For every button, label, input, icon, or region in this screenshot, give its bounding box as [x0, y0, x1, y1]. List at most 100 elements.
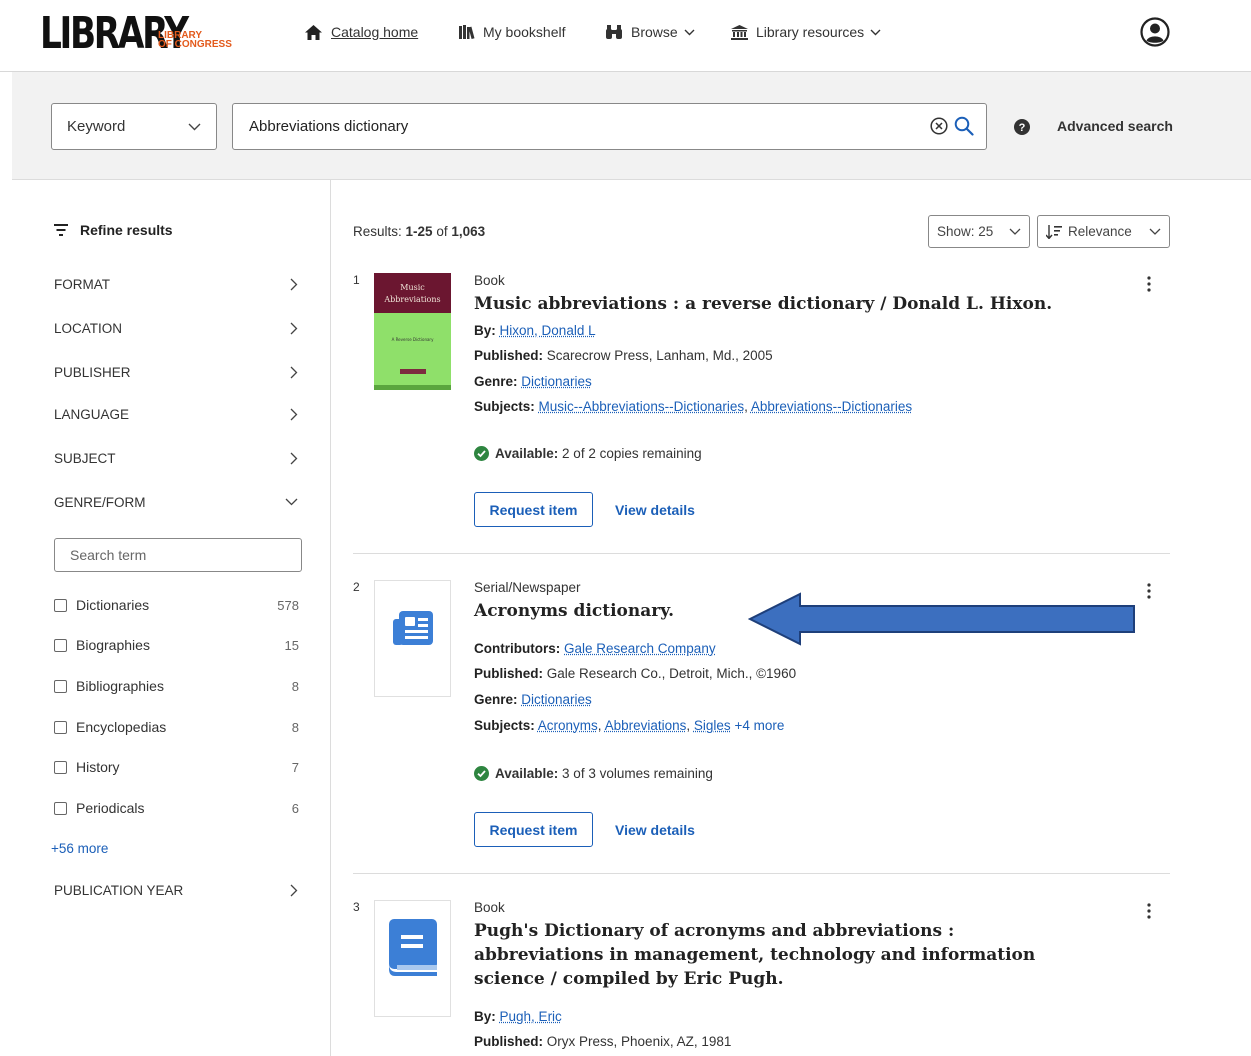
chevron-right-icon	[290, 452, 298, 464]
author-link[interactable]: Pugh, Eric	[500, 1009, 562, 1024]
library-building-icon	[731, 24, 748, 40]
genre-option-periodicals[interactable]: Periodicals 6	[54, 799, 299, 817]
author-link[interactable]: Hixon, Donald L	[500, 323, 596, 338]
results-count: Results: 1-25 of 1,063	[353, 224, 486, 239]
checkbox[interactable]	[54, 598, 67, 612]
genre-search-input[interactable]: Search term	[54, 538, 302, 572]
chevron-down-icon	[1149, 228, 1161, 235]
sort-select[interactable]: Relevance	[1037, 215, 1170, 248]
nav-browse-label: Browse	[631, 24, 678, 40]
nav-catalog-home[interactable]: Catalog home	[305, 22, 418, 42]
search-icon[interactable]	[954, 116, 974, 136]
genre-option-label: Dictionaries	[76, 597, 150, 613]
result-availability: Available: 3 of 3 volumes remaining	[474, 766, 713, 781]
view-details-link[interactable]: View details	[615, 822, 695, 838]
subject-link[interactable]: Acronyms	[538, 718, 598, 733]
genre-option-biographies[interactable]: Biographies 15	[54, 636, 299, 654]
facet-language-label: LANGUAGE	[54, 406, 130, 422]
search-input[interactable]: Abbreviations dictionary	[232, 103, 987, 150]
page-size-select[interactable]: Show: 25	[928, 215, 1030, 248]
chevron-right-icon	[290, 366, 298, 378]
subject-link[interactable]: Abbreviations	[605, 718, 687, 733]
svg-text:Music: Music	[400, 283, 425, 292]
checkbox[interactable]	[54, 760, 67, 774]
result-divider	[353, 873, 1170, 874]
result-author: By: Pugh, Eric	[474, 1009, 562, 1024]
genre-more-link[interactable]: +56 more	[51, 841, 108, 856]
genre-option-history[interactable]: History 7	[54, 758, 299, 776]
result-number: 3	[353, 900, 360, 914]
checkbox[interactable]	[54, 638, 67, 652]
request-item-button[interactable]: Request item	[474, 812, 593, 847]
chevron-down-icon	[870, 29, 881, 35]
genre-option-count: 6	[291, 800, 299, 816]
view-details-link[interactable]: View details	[615, 502, 695, 518]
facet-format[interactable]: FORMAT	[54, 274, 298, 294]
account-icon[interactable]	[1140, 17, 1170, 47]
result-divider	[353, 553, 1170, 554]
svg-text:Abbreviations: Abbreviations	[383, 295, 440, 304]
sort-icon	[1046, 224, 1062, 239]
checkbox[interactable]	[54, 679, 67, 693]
facet-genre-form[interactable]: GENRE/FORM	[54, 492, 298, 512]
more-options-icon[interactable]	[1146, 583, 1152, 599]
refine-results-label: Refine results	[80, 222, 173, 238]
subject-link[interactable]: Abbreviations--Dictionaries	[751, 399, 912, 414]
genre-option-dictionaries[interactable]: Dictionaries 578	[54, 596, 299, 614]
result-3-cover[interactable]	[374, 900, 451, 1017]
clear-search-icon[interactable]	[930, 117, 948, 135]
request-item-button[interactable]: Request item	[474, 492, 593, 527]
sort-value: Relevance	[1068, 224, 1132, 239]
advanced-search-link[interactable]: Advanced search	[1057, 118, 1173, 134]
subject-link[interactable]: Music--Abbreviations--Dictionaries	[539, 399, 745, 414]
genre-option-label: Biographies	[76, 637, 150, 653]
genre-option-count: 7	[291, 759, 299, 775]
search-type-value: Keyword	[67, 118, 126, 135]
chevron-right-icon	[290, 408, 298, 420]
facet-publication-year[interactable]: PUBLICATION YEAR	[54, 880, 298, 900]
facet-language[interactable]: LANGUAGE	[54, 404, 298, 424]
more-subjects-link[interactable]: +4 more	[734, 718, 784, 733]
genre-option-bibliographies[interactable]: Bibliographies 8	[54, 677, 299, 695]
more-options-icon[interactable]	[1146, 903, 1152, 919]
result-format: Book	[474, 273, 505, 288]
genre-link[interactable]: Dictionaries	[521, 374, 592, 389]
newspaper-icon	[393, 611, 433, 645]
result-format: Serial/Newspaper	[474, 580, 581, 595]
genre-option-label: Periodicals	[76, 800, 145, 816]
check-circle-icon	[474, 446, 489, 461]
facet-publisher[interactable]: PUBLISHER	[54, 362, 298, 382]
result-availability: Available: 2 of 2 copies remaining	[474, 446, 702, 461]
nav-my-bookshelf[interactable]: My bookshelf	[459, 22, 565, 42]
result-format: Book	[474, 900, 505, 915]
genre-option-label: History	[76, 759, 120, 775]
facet-location[interactable]: LOCATION	[54, 318, 298, 338]
nav-my-bookshelf-label: My bookshelf	[483, 24, 566, 40]
genre-option-count: 578	[277, 597, 299, 613]
more-options-icon[interactable]	[1146, 276, 1152, 292]
result-title[interactable]: Pugh's Dictionary of acronyms and abbrev…	[474, 919, 1074, 991]
genre-link[interactable]: Dictionaries	[521, 692, 592, 707]
result-author: By: Hixon, Donald L	[474, 323, 596, 338]
chevron-right-icon	[290, 278, 298, 290]
book-icon	[389, 919, 437, 976]
nav-catalog-home-label: Catalog home	[331, 24, 419, 40]
result-subjects: Subjects: Music--Abbreviations--Dictiona…	[474, 399, 913, 414]
chevron-right-icon	[290, 884, 298, 896]
nav-library-resources[interactable]: Library resources	[731, 22, 881, 42]
facet-publication-year-label: PUBLICATION YEAR	[54, 882, 184, 898]
result-1-cover[interactable]: Music Abbreviations A Reverse Dictionary	[374, 273, 451, 390]
help-icon[interactable]: ?	[1014, 119, 1030, 135]
genre-option-encyclopedias[interactable]: Encyclopedias 8	[54, 718, 299, 736]
result-title[interactable]: Music abbreviations : a reverse dictiona…	[474, 292, 1094, 316]
nav-browse[interactable]: Browse	[605, 22, 695, 42]
checkbox[interactable]	[54, 720, 67, 734]
search-type-select[interactable]: Keyword	[51, 103, 217, 150]
facet-subject[interactable]: SUBJECT	[54, 448, 298, 468]
subject-link[interactable]: Sigles	[694, 718, 731, 733]
facet-genre-form-label: GENRE/FORM	[54, 494, 146, 510]
checkbox[interactable]	[54, 801, 67, 815]
contributor-link[interactable]: Gale Research Company	[564, 641, 716, 656]
facet-location-label: LOCATION	[54, 320, 123, 336]
result-2-cover[interactable]	[374, 580, 451, 697]
